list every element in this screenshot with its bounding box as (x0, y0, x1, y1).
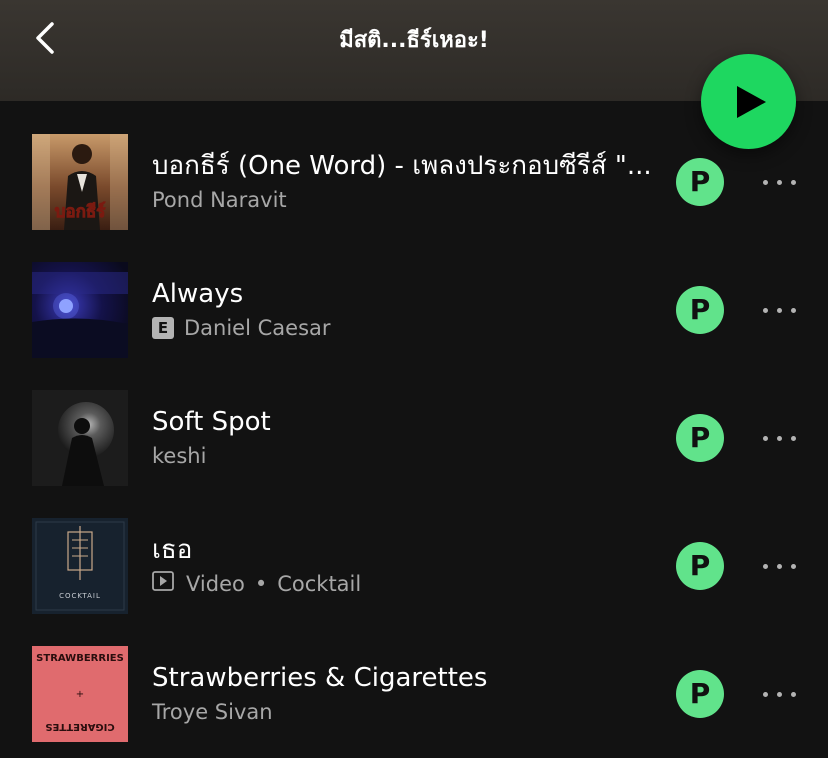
track-artist: Pond Naravit (152, 188, 287, 212)
more-dot-icon (791, 692, 796, 697)
more-options-button[interactable] (760, 682, 800, 706)
track-row[interactable]: STRAWBERRIES + CIGARETTES Strawberries &… (0, 646, 828, 746)
cover-title-text: COCKTAIL (59, 592, 101, 600)
more-dot-icon (777, 308, 782, 313)
more-dot-icon (777, 436, 782, 441)
more-dot-icon (791, 564, 796, 569)
preview-badge[interactable]: P (676, 286, 724, 334)
more-options-button[interactable] (760, 426, 800, 450)
preview-badge[interactable]: P (676, 158, 724, 206)
track-title: Soft Spot (152, 407, 271, 437)
track-title: Always (152, 279, 244, 309)
more-dot-icon (791, 308, 796, 313)
track-artist: Cocktail (277, 572, 362, 596)
preview-badge[interactable]: P (676, 670, 724, 718)
album-cover (32, 390, 128, 486)
cover-title-text: บอกธีร์ (55, 201, 107, 222)
play-button[interactable] (701, 54, 796, 149)
more-dot-icon (763, 436, 768, 441)
cover-subtitle-text: CIGARETTES (45, 721, 114, 732)
track-row[interactable]: COCKTAIL เธอ Video • Cocktail P (0, 518, 828, 618)
cover-plus-text: + (76, 689, 84, 700)
more-options-button[interactable] (760, 170, 800, 194)
more-dot-icon (777, 692, 782, 697)
video-label: Video (186, 572, 245, 596)
more-dot-icon (763, 564, 768, 569)
explicit-badge: E (152, 317, 174, 339)
track-artist: Troye Sivan (152, 700, 273, 724)
video-icon (152, 570, 174, 598)
album-cover (32, 262, 128, 358)
more-dot-icon (777, 180, 782, 185)
track-artist: keshi (152, 444, 207, 468)
more-options-button[interactable] (760, 554, 800, 578)
more-dot-icon (763, 180, 768, 185)
more-dot-icon (763, 692, 768, 697)
track-row[interactable]: Soft Spot keshi P (0, 390, 828, 490)
track-row[interactable]: Always E Daniel Caesar P (0, 262, 828, 362)
separator-dot: • (254, 572, 268, 596)
preview-badge[interactable]: P (676, 414, 724, 462)
play-icon (737, 86, 766, 118)
cover-title-text: STRAWBERRIES (36, 653, 124, 664)
more-dot-icon (791, 436, 796, 441)
album-cover: COCKTAIL (32, 518, 128, 614)
album-cover: บอกธีร์ (32, 134, 128, 230)
track-title: Strawberries & Cigarettes (152, 663, 488, 693)
preview-badge[interactable]: P (676, 542, 724, 590)
track-title: บอกธีร์ (One Word) - เพลงประกอบซีรีส์ ".… (152, 151, 652, 181)
playlist-title: มีสติ...ธีร์เหอะ! (339, 28, 489, 53)
track-row[interactable]: บอกธีร์ บอกธีร์ (One Word) - เพลงประกอบซ… (0, 134, 828, 234)
album-cover: STRAWBERRIES + CIGARETTES (32, 646, 128, 742)
more-dot-icon (791, 180, 796, 185)
track-title: เธอ (152, 535, 193, 565)
track-artist: Daniel Caesar (184, 316, 331, 340)
more-dot-icon (763, 308, 768, 313)
more-options-button[interactable] (760, 298, 800, 322)
more-dot-icon (777, 564, 782, 569)
